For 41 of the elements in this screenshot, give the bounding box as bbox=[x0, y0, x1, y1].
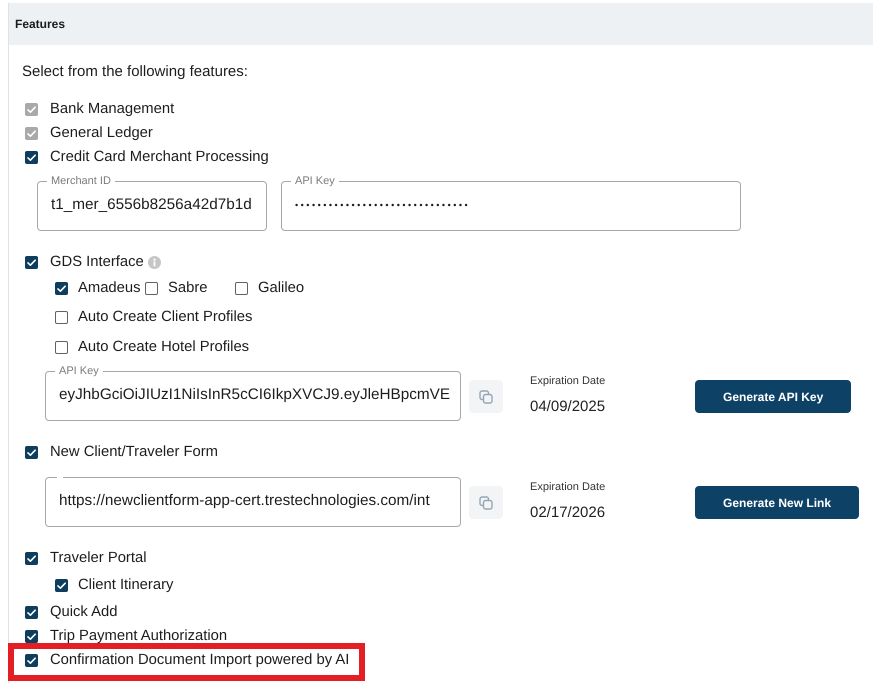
text-field[interactable]: Merchant ID t1_mer_6556b8256a42d7b1d bbox=[37, 175, 267, 231]
checkbox[interactable] bbox=[25, 606, 38, 618]
expiration-date: 02/17/2026 bbox=[530, 504, 606, 522]
checkbox-label: Credit Card Merchant Processing bbox=[50, 148, 269, 166]
checkbox[interactable] bbox=[235, 282, 248, 294]
checkbox[interactable] bbox=[25, 446, 38, 458]
generate-button[interactable]: Generate New Link bbox=[695, 486, 860, 519]
expiration-label: Expiration Date bbox=[530, 480, 606, 494]
checkbox-label: Traveler Portal bbox=[50, 549, 146, 567]
checkbox-label: Trip Payment Authorization bbox=[50, 627, 228, 645]
checkbox-label: GDS Interface bbox=[50, 253, 144, 271]
copy-icon bbox=[479, 496, 493, 510]
checkbox-label: Quick Add bbox=[50, 603, 118, 621]
checkbox-label: Client Itinerary bbox=[78, 576, 174, 594]
checkbox[interactable] bbox=[25, 150, 38, 164]
expiration-date: 04/09/2025 bbox=[530, 398, 606, 416]
checkbox-label: Galileo bbox=[258, 279, 304, 297]
generate-button[interactable]: Generate API Key bbox=[695, 380, 852, 413]
checkbox-label: General Ledger bbox=[50, 124, 153, 142]
checkbox-label: Sabre bbox=[168, 279, 208, 297]
text-field[interactable]: API Key eyJhbGciOiJIUzI1NiIsInR5cCI6IkpXVCJ9.eyJleHBpcmVE bbox=[45, 365, 461, 421]
checkbox[interactable] bbox=[25, 256, 38, 268]
checkbox[interactable] bbox=[55, 578, 68, 592]
copy-icon bbox=[479, 390, 493, 404]
checkbox[interactable] bbox=[55, 340, 68, 354]
checkbox-label: New Client/Traveler Form bbox=[50, 443, 218, 461]
checkbox[interactable] bbox=[145, 282, 158, 294]
checkbox-label: Auto Create Client Profiles bbox=[78, 308, 252, 326]
checkbox[interactable] bbox=[55, 282, 68, 294]
checkbox[interactable] bbox=[25, 552, 38, 564]
checkbox[interactable] bbox=[25, 654, 38, 666]
panel-title: Features bbox=[15, 16, 66, 33]
checkbox-label: Confirmation Document Import powered by AI bbox=[50, 651, 350, 669]
expiration-label: Expiration Date bbox=[530, 374, 606, 388]
checkbox[interactable] bbox=[25, 630, 38, 642]
checkbox-label: Auto Create Hotel Profiles bbox=[78, 338, 250, 356]
password-field[interactable]: API Key ••••••••••••••••••••••••••••••• bbox=[281, 175, 741, 231]
instruction-text: Select from the following features: bbox=[22, 62, 249, 82]
checkbox-label: Amadeus bbox=[78, 279, 141, 297]
checkbox[interactable] bbox=[55, 310, 68, 324]
checkbox-label: Bank Management bbox=[50, 100, 174, 118]
